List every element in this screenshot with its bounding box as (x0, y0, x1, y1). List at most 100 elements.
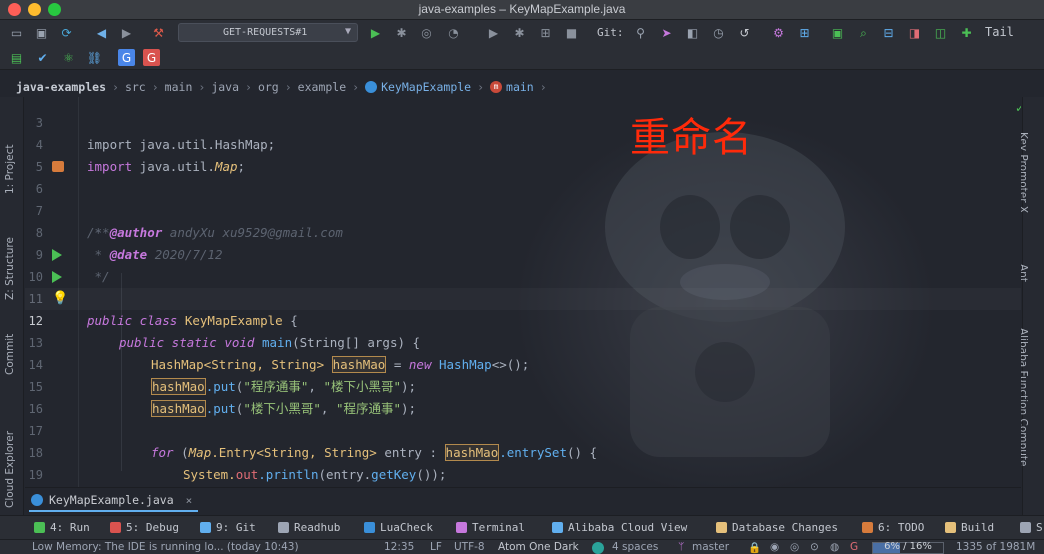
breadcrumb-example[interactable]: example (298, 80, 346, 94)
debug-icon[interactable]: ✱ (393, 24, 410, 41)
open-folder-icon[interactable]: ▭ (8, 24, 25, 41)
breadcrumb-src[interactable]: src (125, 80, 146, 94)
code-line: 18 System.out.println(entry.getKey()); (25, 420, 1021, 482)
line-separator[interactable]: LF (430, 541, 442, 553)
atom-icon[interactable]: ⚛ (60, 49, 77, 66)
tool-window-database-changes[interactable]: Database Changes (716, 521, 838, 534)
forward-arrow-icon[interactable]: ▶ (118, 24, 135, 41)
java-class-icon (31, 494, 43, 506)
google-icon[interactable]: G (850, 541, 858, 553)
lock-icon[interactable]: 🔒 (748, 541, 761, 554)
plugin-icon[interactable]: ◨ (906, 24, 923, 41)
breadcrumb-class[interactable]: KeyMapExample (381, 80, 471, 94)
code-editor[interactable]: ✓ 重命名 3 import java.util.HashMap; 4 impo… (25, 97, 1021, 487)
chart-icon[interactable]: ▤ (8, 49, 25, 66)
terminal-icon[interactable]: ▣ (829, 24, 846, 41)
commit-tab[interactable]: Commit (4, 334, 16, 375)
search-icon[interactable]: ⌕ (855, 24, 872, 41)
run-class-gutter-icon[interactable] (52, 249, 62, 261)
build-hammer-icon[interactable]: ⚒ (150, 24, 167, 41)
git-push-icon[interactable]: ➤ (658, 24, 675, 41)
mascot-icon[interactable]: ◉ (770, 541, 779, 553)
google-translate-icon[interactable]: G (143, 49, 160, 66)
notification-icon[interactable]: ◍ (830, 541, 839, 553)
progress-indicator[interactable]: 6% / 16% (872, 541, 944, 554)
git-history-icon[interactable]: ◷ (710, 24, 727, 41)
theme-icon (592, 542, 604, 554)
layout-icon[interactable]: ◫ (932, 24, 949, 41)
breadcrumb-method[interactable]: main (506, 80, 534, 94)
git-compare-icon[interactable]: ◧ (684, 24, 701, 41)
tool-window-luacheck[interactable]: LuaCheck (364, 521, 433, 534)
code-line: 7 * @author andyXu xu9529@gmail.com (25, 178, 1021, 240)
tool-window-label: 5: Debug (126, 521, 179, 534)
chevron-down-icon: ▼ (344, 26, 351, 37)
tool-window-git[interactable]: 9: Git (200, 521, 256, 534)
breadcrumb-project[interactable]: java-examples (16, 80, 106, 94)
translate-icon[interactable]: G (118, 49, 135, 66)
code-line: 8 * @date 2020/7/12 (25, 200, 1021, 262)
tool-window-alibaba-cloud[interactable]: Alibaba Cloud View (552, 521, 687, 534)
grid-icon[interactable]: ⊞ (537, 24, 554, 41)
breadcrumb-java[interactable]: java (211, 80, 239, 94)
method-icon: m (490, 81, 503, 93)
close-icon[interactable]: × (186, 494, 193, 507)
breadcrumb-main[interactable]: main (165, 80, 193, 94)
git-branch[interactable]: master (692, 541, 729, 553)
check-circle-icon[interactable]: ✔ (34, 49, 51, 66)
run-attach-icon[interactable]: ▶ (485, 24, 502, 41)
rollback-icon[interactable]: ↺ (736, 24, 753, 41)
breadcrumb-org[interactable]: org (258, 80, 279, 94)
run-method-gutter-icon[interactable] (52, 271, 62, 283)
code-line: 4 import java.util.Map; (25, 112, 1021, 174)
run-icon (34, 522, 45, 533)
back-arrow-icon[interactable]: ◀ (93, 24, 110, 41)
tool-window-todo[interactable]: 6: TODO (862, 521, 924, 534)
tail-label[interactable]: Tail (985, 25, 1014, 39)
inspector-icon[interactable]: ◎ (790, 541, 799, 553)
tool-window-label: Build (961, 521, 995, 534)
code-line: 13 (25, 310, 1021, 350)
tool-window-readhub[interactable]: Readhub (278, 521, 340, 534)
tool-window-terminal[interactable]: Terminal (456, 521, 525, 534)
cloud-explorer-tab[interactable]: Cloud Explorer (4, 431, 16, 508)
theme-name[interactable]: Atom One Dark (498, 541, 579, 553)
file-tab-keymapexample[interactable]: KeyMapExample.java × (29, 490, 199, 512)
settings-gear-icon[interactable]: ⚙ (770, 24, 787, 41)
stop-icon[interactable]: ■ (563, 24, 580, 41)
sync-icon[interactable]: ⟳ (58, 24, 75, 41)
tool-window-build[interactable]: Build (945, 521, 994, 534)
structure-tab[interactable]: Z: Structure (4, 237, 16, 300)
run-configuration-select[interactable]: GET-REQUESTS#1 ▼ (178, 23, 358, 42)
run-icon[interactable]: ▶ (367, 24, 384, 41)
memory-indicator[interactable]: 1335 of 1981M (956, 541, 1035, 553)
lua-icon (364, 522, 375, 533)
event-icon[interactable]: ⊙ (810, 541, 819, 553)
code-line: 10 public class KeyMapExample { (25, 244, 1021, 328)
project-tab[interactable]: 1: Project (4, 145, 16, 194)
git-update-icon[interactable]: ⚲ (632, 24, 649, 41)
puzzle-icon[interactable]: ✚ (958, 24, 975, 41)
status-message[interactable]: Low Memory: The IDE is running lo... (to… (32, 541, 299, 553)
run-configuration-label: GET-REQUESTS#1 (223, 27, 308, 38)
secondary-toolbar: ▤ ✔ ⚛ ⛓ G G (0, 45, 1044, 70)
doc-comment-book-icon[interactable] (52, 161, 64, 172)
tool-window-run[interactable]: 4: Run (34, 521, 90, 534)
database-icon[interactable]: ⊟ (880, 24, 897, 41)
coverage-icon[interactable]: ◎ (418, 24, 435, 41)
save-all-icon[interactable]: ▣ (33, 24, 50, 41)
tool-window-debug[interactable]: 5: Debug (110, 521, 179, 534)
project-structure-icon[interactable]: ⊞ (796, 24, 813, 41)
debug-attach-icon[interactable]: ✱ (511, 24, 528, 41)
code-line-current: 12 💡 HashMap<String, String> hashMao = n… (25, 288, 1021, 373)
code-line: 15 hashMao.put("楼下小黑哥", "程序通事"); (25, 354, 1021, 417)
file-encoding[interactable]: UTF-8 (454, 541, 485, 553)
tool-window-more[interactable]: S (1020, 521, 1043, 534)
indent-setting[interactable]: 4 spaces (612, 541, 658, 553)
profiler-icon[interactable]: ◔ (445, 24, 462, 41)
cloud-icon (552, 522, 563, 533)
caret-position[interactable]: 12:35 (384, 541, 414, 553)
lightbulb-icon[interactable]: 💡 (52, 292, 68, 305)
status-bar: Low Memory: The IDE is running lo... (to… (0, 539, 1044, 554)
link-icon[interactable]: ⛓ (86, 49, 103, 66)
